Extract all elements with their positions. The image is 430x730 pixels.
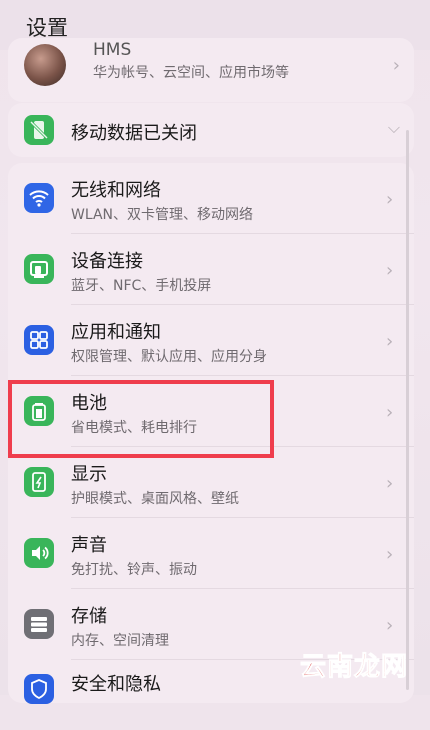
storage-icon xyxy=(24,609,54,639)
settings-item-wireless[interactable]: 无线和网络 WLAN、双卡管理、移动网络 › xyxy=(8,163,414,233)
sound-icon xyxy=(24,538,54,568)
item-title: 无线和网络 xyxy=(71,180,161,201)
item-title: 显示 xyxy=(71,464,107,485)
chevron-right-icon: › xyxy=(386,544,394,565)
settings-item-apps-notifications[interactable]: 应用和通知 权限管理、默认应用、应用分身 › xyxy=(8,305,414,375)
chevron-right-icon: › xyxy=(386,473,394,494)
chevron-right-icon: › xyxy=(386,615,394,636)
settings-item-sound[interactable]: 声音 免打扰、铃声、振动 › xyxy=(8,518,414,588)
item-subtitle: WLAN、双卡管理、移动网络 xyxy=(71,207,254,223)
mobile-data-card[interactable]: 移动数据已关闭 ⌵ xyxy=(8,103,414,157)
item-subtitle: 蓝牙、NFC、手机投屏 xyxy=(71,278,212,294)
item-title: 设备连接 xyxy=(71,251,143,272)
shield-icon xyxy=(24,674,54,704)
apps-icon xyxy=(24,325,54,355)
display-icon xyxy=(24,467,54,497)
item-subtitle: 内存、空间清理 xyxy=(71,633,169,649)
account-subtitle: 华为帐号、云空间、应用市场等 xyxy=(93,65,289,81)
chevron-right-icon: › xyxy=(392,55,400,76)
item-subtitle: 权限管理、默认应用、应用分身 xyxy=(71,349,267,365)
device-connect-icon xyxy=(24,254,54,284)
avatar xyxy=(24,44,66,86)
chevron-right-icon: › xyxy=(386,331,394,352)
item-title: 存储 xyxy=(71,606,107,627)
scrollbar[interactable] xyxy=(406,130,409,690)
item-subtitle: 护眼模式、桌面风格、壁纸 xyxy=(71,491,239,507)
mobile-data-label: 移动数据已关闭 xyxy=(71,123,197,144)
wifi-icon xyxy=(24,183,54,213)
item-subtitle: 免打扰、铃声、振动 xyxy=(71,562,197,578)
watermark: 云南龙网 xyxy=(299,652,409,683)
chevron-right-icon: › xyxy=(386,189,394,210)
account-card[interactable]: HMS 华为帐号、云空间、应用市场等 › xyxy=(8,38,414,102)
chevron-down-icon[interactable]: ⌵ xyxy=(388,118,400,138)
account-name: HMS xyxy=(93,40,132,60)
item-title: 声音 xyxy=(71,535,107,556)
item-title: 安全和隐私 xyxy=(71,674,161,695)
mobile-data-off-icon xyxy=(24,115,54,145)
settings-item-device-connection[interactable]: 设备连接 蓝牙、NFC、手机投屏 › xyxy=(8,234,414,304)
chevron-right-icon: › xyxy=(386,260,394,281)
item-title: 应用和通知 xyxy=(71,322,161,343)
highlight-box xyxy=(8,380,274,458)
chevron-right-icon: › xyxy=(386,402,394,423)
